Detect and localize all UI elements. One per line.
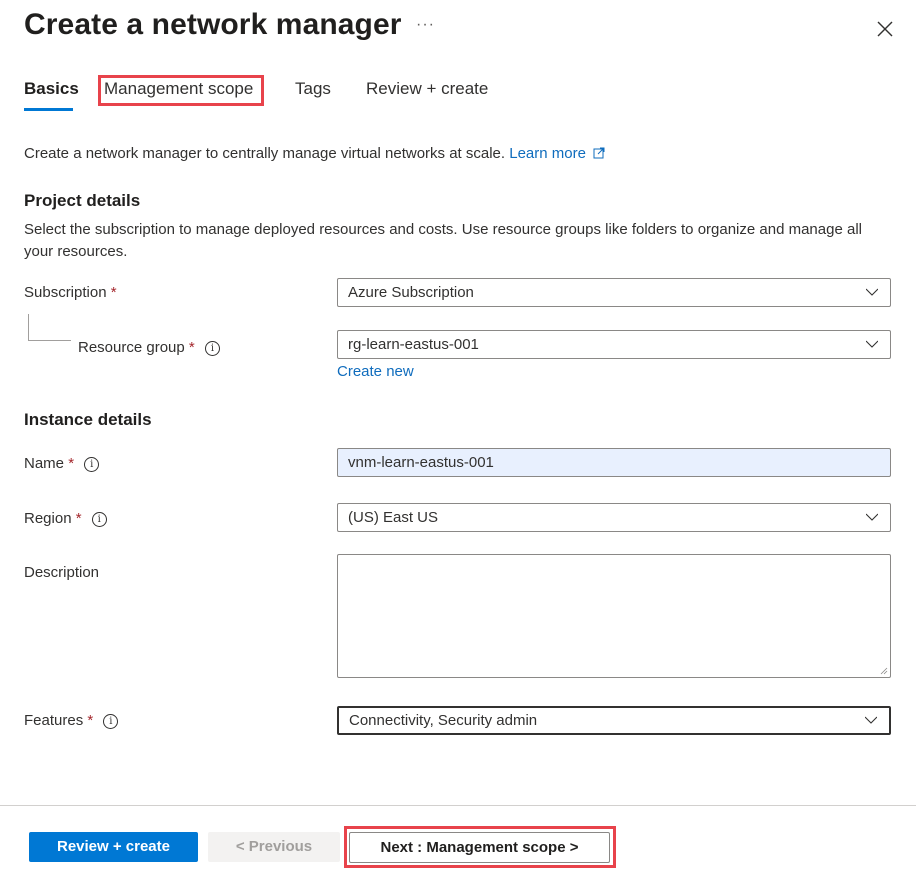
project-details-description: Select the subscription to manage deploy… <box>24 221 862 260</box>
chevron-down-icon <box>866 340 878 348</box>
more-options-button[interactable]: ··· <box>416 16 435 34</box>
features-label: Features * i <box>24 712 119 729</box>
info-icon[interactable]: i <box>91 511 107 527</box>
name-label-text: Name <box>24 455 65 472</box>
instance-details-heading: Instance details <box>24 410 152 429</box>
chevron-down-icon <box>865 716 877 724</box>
resource-group-label-text: Resource group <box>78 339 185 356</box>
region-dropdown[interactable]: (US) East US <box>337 503 891 532</box>
chevron-down-icon <box>866 513 878 521</box>
tab-tags[interactable]: Tags <box>295 79 331 99</box>
required-marker: * <box>87 712 94 729</box>
region-value: (US) East US <box>348 509 439 526</box>
description-textarea[interactable] <box>337 554 891 678</box>
features-value: Connectivity, Security admin <box>349 712 538 729</box>
learn-more-link[interactable]: Learn more <box>509 145 605 162</box>
name-value: vnm-learn-eastus-001 <box>348 454 494 471</box>
subscription-dropdown[interactable]: Azure Subscription <box>337 278 891 307</box>
page-title: Create a network manager <box>24 8 402 41</box>
subscription-value: Azure Subscription <box>348 284 474 301</box>
create-new-link[interactable]: Create new <box>337 363 414 380</box>
required-marker: * <box>110 284 117 301</box>
learn-more-label: Learn more <box>509 145 586 162</box>
external-link-icon <box>593 147 605 159</box>
region-label: Region * i <box>24 510 107 527</box>
tab-review-create[interactable]: Review + create <box>366 79 488 99</box>
project-details-heading: Project details <box>24 191 141 210</box>
name-label: Name * i <box>24 455 100 472</box>
chevron-down-icon <box>866 288 878 296</box>
tab-management-scope[interactable]: Management scope <box>104 79 253 99</box>
intro-description: Create a network manager to centrally ma… <box>24 145 506 162</box>
info-icon[interactable]: i <box>204 340 220 356</box>
resource-group-dropdown[interactable]: rg-learn-eastus-001 <box>337 330 891 359</box>
subscription-label-text: Subscription <box>24 284 107 301</box>
info-icon[interactable]: i <box>84 456 100 472</box>
required-marker: * <box>68 455 75 472</box>
close-button[interactable] <box>874 18 896 40</box>
required-marker: * <box>188 339 195 356</box>
active-tab-indicator <box>24 108 73 111</box>
intro-text: Create a network manager to centrally ma… <box>24 145 605 162</box>
resource-group-label: Resource group * i <box>78 339 220 356</box>
info-icon[interactable]: i <box>103 713 119 729</box>
resource-group-value: rg-learn-eastus-001 <box>348 336 479 353</box>
required-marker: * <box>75 510 82 527</box>
features-label-text: Features <box>24 712 84 729</box>
features-dropdown[interactable]: Connectivity, Security admin <box>337 706 891 735</box>
next-management-scope-button[interactable]: Next : Management scope > <box>349 832 610 863</box>
footer-divider <box>0 805 916 806</box>
description-label: Description <box>24 564 100 581</box>
subscription-label: Subscription * <box>24 284 117 301</box>
review-create-button[interactable]: Review + create <box>29 832 198 862</box>
close-icon <box>877 21 893 37</box>
name-input[interactable]: vnm-learn-eastus-001 <box>337 448 891 477</box>
tree-connector <box>28 314 71 341</box>
tab-basics[interactable]: Basics <box>24 79 79 99</box>
previous-button[interactable]: < Previous <box>208 832 340 862</box>
region-label-text: Region <box>24 510 72 527</box>
resize-grip-icon[interactable] <box>880 667 888 675</box>
